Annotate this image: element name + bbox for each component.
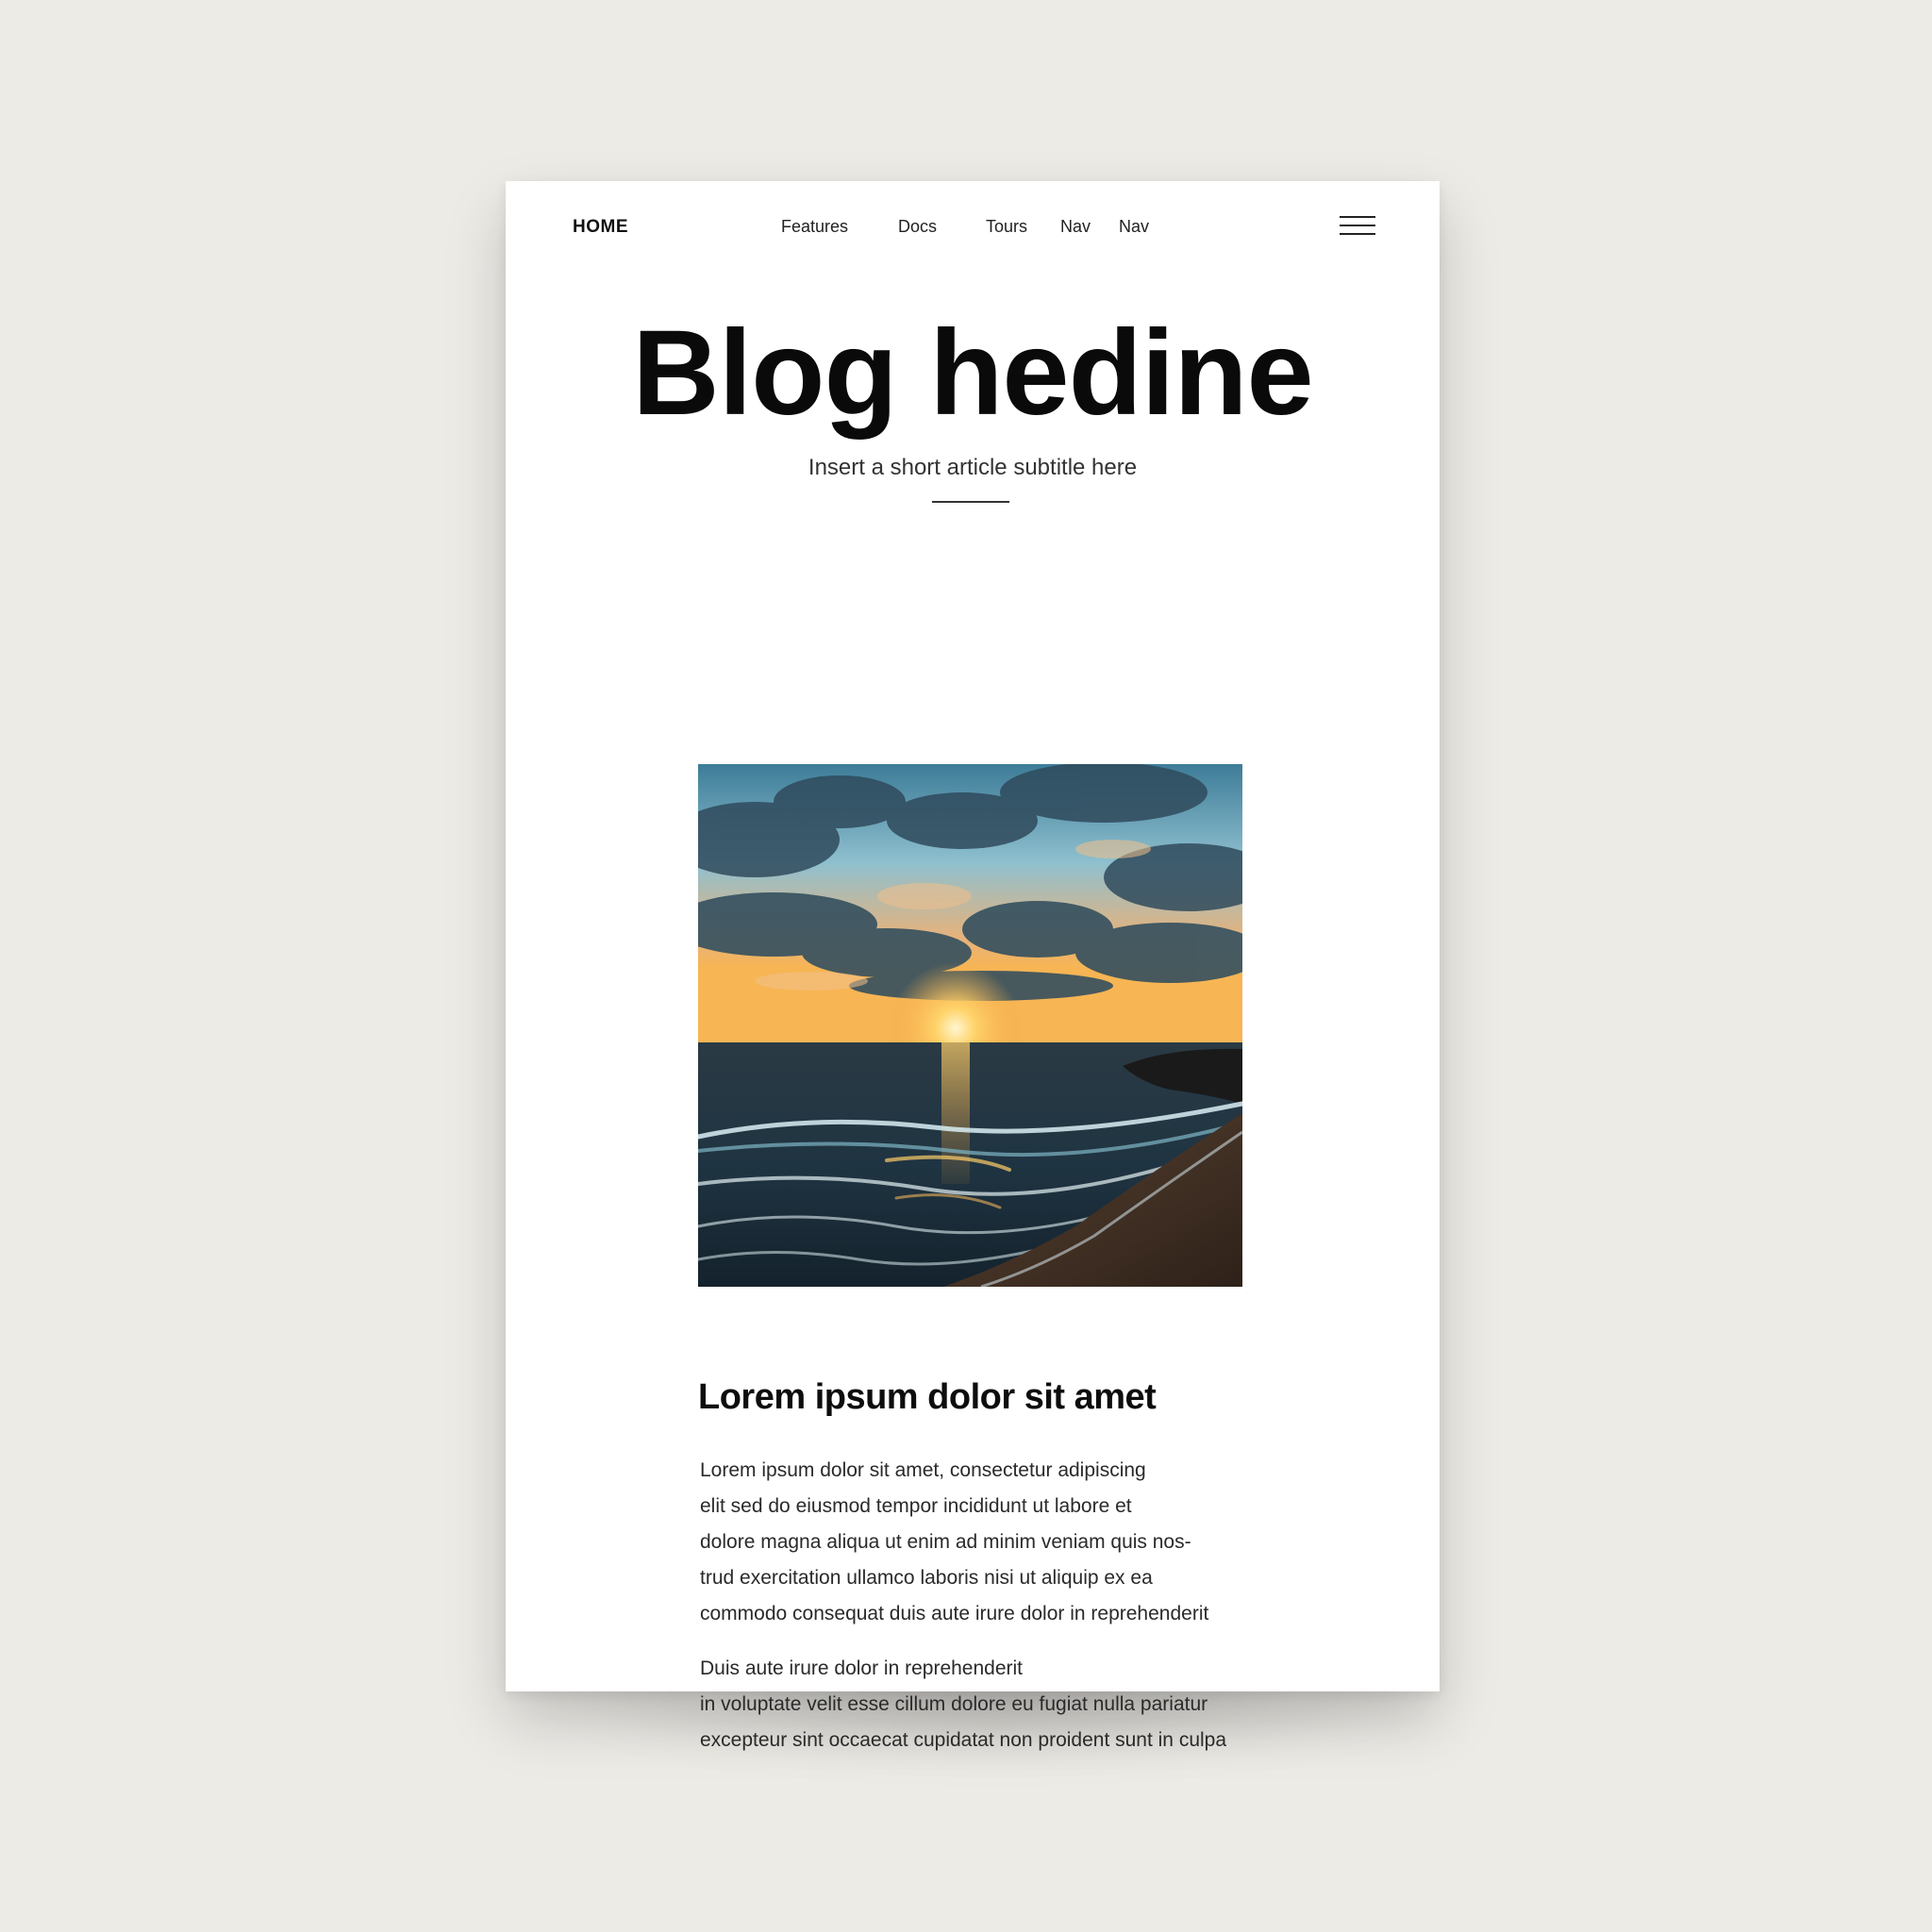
paragraph-line: in voluptate velit esse cillum dolore eu…	[700, 1693, 1208, 1715]
paragraph-line: trud exercitation ullamco laboris nisi u…	[700, 1567, 1153, 1589]
hero-image	[698, 764, 1242, 1287]
paragraph-line: commodo consequat duis aute irure dolor …	[700, 1603, 1209, 1624]
top-nav: HOME Features Docs Tours Nav Nav	[506, 181, 1440, 272]
paragraph-line: Lorem ipsum dolor sit amet, consectetur …	[700, 1459, 1146, 1481]
paragraph-line: Duis aute irure dolor in reprehenderit	[700, 1657, 1024, 1679]
blog-page: HOME Features Docs Tours Nav Nav Blog he…	[506, 181, 1440, 1751]
nav-link-features[interactable]: Features	[781, 217, 848, 237]
page-subtitle: Insert a short article subtitle here	[808, 455, 1138, 480]
article-paragraph-2: Duis aute irure dolor in reprehenderit i…	[700, 1651, 1266, 1758]
sunset-ocean-image	[698, 764, 1242, 1287]
paragraph-line: excepteur sint occaecat cupidatat non pr…	[700, 1729, 1227, 1751]
page-title: Blog hedine	[632, 306, 1313, 441]
nav-link-tours[interactable]: Tours	[986, 217, 1027, 237]
hamburger-menu-icon[interactable]	[1340, 216, 1375, 237]
paragraph-line: dolore magna aliqua ut enim ad minim ven…	[700, 1531, 1191, 1553]
nav-link-nav-1[interactable]: Nav	[1060, 217, 1091, 237]
article-title: Lorem ipsum dolor sit amet	[698, 1377, 1157, 1417]
article-paragraph-1: Lorem ipsum dolor sit amet, consectetur …	[700, 1453, 1266, 1632]
title-divider	[932, 501, 1009, 503]
nav-links: Features Docs Tours Nav Nav	[506, 217, 1440, 240]
nav-link-docs[interactable]: Docs	[898, 217, 937, 237]
paragraph-line: elit sed do eiusmod tempor incididunt ut…	[700, 1495, 1132, 1517]
nav-link-nav-2[interactable]: Nav	[1119, 217, 1149, 237]
